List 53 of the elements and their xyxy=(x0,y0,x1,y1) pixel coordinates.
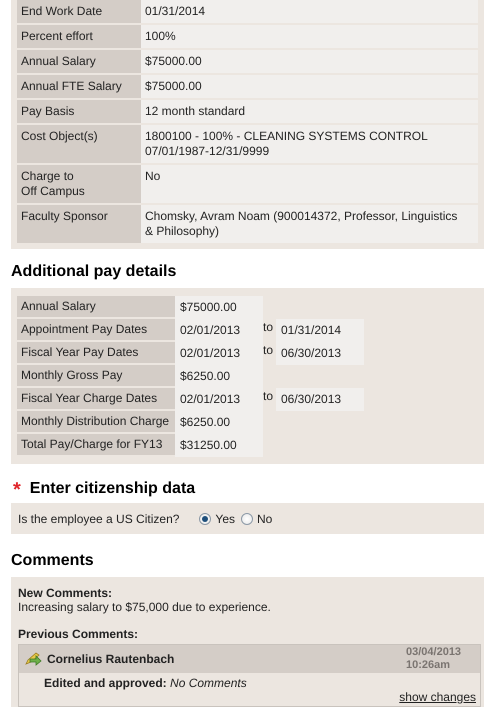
comment-text: Increasing salary to $75,000 due to experience. xyxy=(18,600,272,614)
field-value: 06/30/2013 xyxy=(276,388,364,411)
field-label: Total Pay/Charge for FY13 xyxy=(17,434,175,457)
field-value: 100% xyxy=(141,25,478,48)
radio-label[interactable]: No xyxy=(257,512,272,526)
section-heading: Enter citizenship data xyxy=(30,480,196,498)
field-label: Monthly Gross Pay xyxy=(17,365,175,388)
field-label: Fiscal Year Charge Dates xyxy=(17,388,175,411)
field-value: $6250.00 xyxy=(175,365,263,388)
field-value: $31250.00 xyxy=(175,434,263,457)
comment-label: Previous Comments: xyxy=(18,627,140,641)
field-label: Percent effort xyxy=(17,25,141,48)
field-label: Monthly Distribution Charge xyxy=(17,411,175,434)
field-value: $6250.00 xyxy=(175,411,263,434)
pencil-icon xyxy=(24,652,42,666)
field-label: Cost Object(s) xyxy=(17,125,141,163)
radio-button[interactable] xyxy=(199,513,212,525)
comment-author: Cornelius Rautenbach xyxy=(47,652,176,666)
comment-text: Edited and approved: No Comments xyxy=(44,676,248,690)
radio-button[interactable] xyxy=(241,513,253,525)
field-value: 02/01/2013 xyxy=(175,342,263,365)
comment-timestamp: 03/04/2013 10:26am xyxy=(406,646,462,672)
field-label: Pay Basis xyxy=(17,100,141,123)
field-label: Charge to Off Campus xyxy=(17,165,141,203)
field-label: Appointment Pay Dates xyxy=(17,319,175,342)
show-changes-link[interactable]: show changes xyxy=(399,690,476,704)
field-value: No xyxy=(141,165,478,203)
field-value: $75000.00 xyxy=(141,50,478,73)
radio-label[interactable]: Yes xyxy=(215,512,235,526)
field-value: Chomsky, Avram Noam (900014372, Professor, Linguistics & Philosophy) xyxy=(141,205,478,243)
section-heading: Additional pay details xyxy=(10,263,178,281)
field-value: 02/01/2013 xyxy=(175,319,263,342)
field-label: Annual FTE Salary xyxy=(17,75,141,98)
question-text: Is the employee a US Citizen? xyxy=(18,512,180,526)
field-label: Annual Salary xyxy=(17,50,141,73)
range-separator: to xyxy=(263,343,274,357)
field-value: 01/31/2014 xyxy=(141,0,478,23)
range-separator: to xyxy=(263,389,274,403)
field-label: Annual Salary xyxy=(17,296,175,319)
range-separator: to xyxy=(263,320,274,334)
field-value: $75000.00 xyxy=(175,296,263,319)
field-value: 02/01/2013 xyxy=(175,388,263,411)
field-value: $75000.00 xyxy=(141,75,478,98)
field-label: Fiscal Year Pay Dates xyxy=(17,342,175,365)
field-label: Faculty Sponsor xyxy=(17,205,141,243)
section-heading: Comments xyxy=(10,552,95,570)
field-value: 01/31/2014 xyxy=(276,319,364,342)
field-value: 06/30/2013 xyxy=(276,342,364,365)
field-value: 12 month standard xyxy=(141,100,478,123)
required-mark: * xyxy=(13,482,21,496)
field-value: 1800100 - 100% - CLEANING SYSTEMS CONTROL 07/01/1987-12/31/9999 xyxy=(141,125,478,163)
comment-label: New Comments: xyxy=(18,586,114,600)
field-label: End Work Date xyxy=(17,0,141,23)
